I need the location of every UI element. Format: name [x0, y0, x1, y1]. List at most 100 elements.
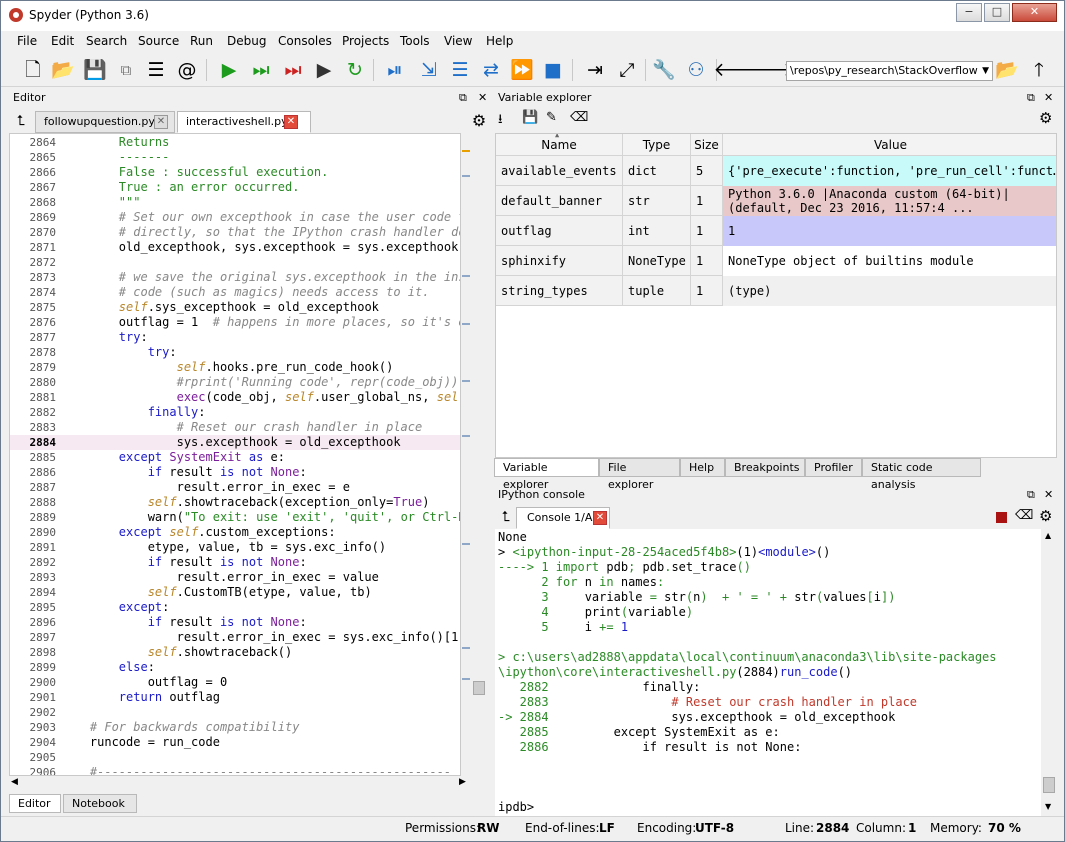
rerun-icon[interactable]: ↻ — [343, 58, 367, 82]
toolbar-separator — [373, 59, 374, 81]
tab-variable-explorer[interactable]: Variable explorer — [494, 458, 599, 491]
chevron-down-icon[interactable]: ▼ — [982, 62, 989, 80]
tab-help[interactable]: Help — [680, 458, 725, 477]
clear-console-icon[interactable]: ⌫ — [1015, 508, 1033, 523]
continue-icon[interactable]: ⏩ — [510, 58, 534, 82]
menu-file[interactable]: File — [17, 34, 37, 48]
code-editor[interactable]: 2864 Returns 2865 ------- 2866 False : suc… — [9, 133, 461, 776]
save-data-icon[interactable]: 💾 — [522, 110, 538, 125]
tab-notebook[interactable]: Notebook — [63, 794, 137, 813]
code-text: old_excepthook, sys.excepthook = sys.exc… — [61, 240, 461, 254]
menu-tools[interactable]: Tools — [400, 34, 430, 48]
tab-editor[interactable]: Editor — [9, 794, 61, 813]
console-line: \ipython\core\interactiveshell.py(2884)r… — [498, 665, 853, 679]
column-value-header[interactable]: Value — [723, 134, 1056, 156]
menu-consoles[interactable]: Consoles — [278, 34, 332, 48]
editor-vertical-scrollbar[interactable] — [471, 133, 487, 776]
menu-run[interactable]: Run — [190, 34, 213, 48]
menu-view[interactable]: View — [444, 34, 472, 48]
console-vertical-scrollbar[interactable]: ▲ ▼ — [1041, 529, 1057, 816]
save-as-icon[interactable]: ✎ — [546, 110, 557, 125]
save-all-icon[interactable]: ⧉ — [114, 58, 138, 82]
close-tab-icon[interactable]: ✕ — [154, 115, 168, 129]
browse-tabs-icon[interactable]: ⮤ — [494, 505, 518, 529]
scroll-right-icon[interactable]: ▶ — [459, 777, 466, 787]
import-data-icon[interactable]: ⭳ — [498, 110, 503, 132]
browse-folder-icon[interactable]: 📂 — [995, 58, 1019, 82]
undock-icon[interactable]: ⧉ — [1027, 89, 1035, 107]
menu-help[interactable]: Help — [486, 34, 513, 48]
menu-edit[interactable]: Edit — [51, 34, 74, 48]
tab-breakpoints[interactable]: Breakpoints — [725, 458, 805, 477]
close-tab-icon[interactable]: ✕ — [284, 115, 298, 129]
variable-row[interactable]: default_banner str 1 Python 3.6.0 |Anaconda… — [496, 186, 1056, 216]
editor-horizontal-scrollbar[interactable]: ◀ ▶ — [9, 776, 471, 792]
run-cell-advance-icon[interactable]: ⏭ — [281, 58, 305, 82]
at-icon[interactable]: @ — [175, 58, 199, 82]
column-name-header[interactable]: Name — [496, 134, 623, 156]
new-file-icon[interactable]: 🗋 — [21, 58, 45, 82]
close-pane-icon[interactable]: ✕ — [1044, 89, 1053, 107]
variable-value: {'pre_execute':function, 'pre_run_cell':… — [723, 156, 1056, 186]
open-file-icon[interactable]: 📂 — [51, 58, 75, 82]
maximize-button[interactable]: □ — [984, 3, 1010, 22]
scroll-up-icon[interactable]: ▲ — [1045, 531, 1051, 540]
close-tab-icon[interactable]: ✕ — [593, 511, 607, 525]
menu-source[interactable]: Source — [138, 34, 179, 48]
menu-projects[interactable]: Projects — [342, 34, 389, 48]
stop-debug-icon[interactable]: ■ — [541, 58, 565, 82]
console-line: 4 print(variable) — [498, 605, 694, 619]
variable-row[interactable]: available_events dict 5 {'pre_execute':func… — [496, 156, 1056, 186]
tab-followupquestion[interactable]: followupquestion.py* ✕ — [35, 111, 175, 133]
menu-debug[interactable]: Debug — [227, 34, 266, 48]
step-return-icon[interactable]: ⇄ — [479, 58, 503, 82]
working-directory-input[interactable]: \repos\py_research\StackOverflow ▼ — [786, 61, 993, 81]
gear-icon[interactable]: ⚙ — [467, 109, 491, 133]
column-type-header[interactable]: Type — [623, 134, 691, 156]
save-icon[interactable]: 💾 — [83, 58, 107, 82]
scroll-left-icon[interactable]: ◀ — [11, 777, 18, 787]
line-number: 2869 — [29, 211, 57, 224]
gear-icon[interactable]: ⚙ — [1039, 109, 1052, 127]
close-button[interactable]: ✕ — [1012, 3, 1057, 22]
remove-all-icon[interactable]: ⌫ — [570, 110, 588, 125]
variable-row[interactable]: sphinxify NoneType 1 NoneType object of bui… — [496, 246, 1056, 276]
toolbar-separator — [206, 59, 207, 81]
menu-search[interactable]: Search — [86, 34, 127, 48]
step-into-icon[interactable]: ☰ — [448, 58, 472, 82]
stop-kernel-icon[interactable] — [996, 512, 1007, 523]
preferences-wrench-icon[interactable]: 🔧 — [652, 58, 676, 82]
scroll-down-icon[interactable]: ▼ — [1045, 802, 1051, 811]
parent-directory-icon[interactable]: 🡑 — [1027, 58, 1051, 82]
variable-row[interactable]: outflag int 1 1 — [496, 216, 1056, 246]
close-pane-icon[interactable]: ✕ — [478, 89, 487, 107]
column-size-header[interactable]: Size — [691, 134, 723, 156]
variable-size: 1 — [691, 186, 723, 216]
tab-interactiveshell[interactable]: interactiveshell.py ✕ — [177, 111, 311, 133]
fullscreen-icon[interactable]: ⤢ — [615, 58, 639, 82]
debug-icon[interactable]: ⏯ — [383, 58, 407, 82]
ipython-console[interactable]: None > <ipython-input-28-254aced5f4b8>(1)… — [495, 529, 1041, 816]
variable-row[interactable]: string_types tuple 1 (type) — [496, 276, 1056, 306]
gear-icon[interactable]: ⚙ — [1039, 507, 1052, 525]
tab-file-explorer[interactable]: File explorer — [599, 458, 680, 491]
minimize-button[interactable]: − — [956, 3, 982, 22]
python-path-icon[interactable]: ⚇ — [684, 58, 708, 82]
tab-static-code-analysis[interactable]: Static code analysis — [862, 458, 981, 491]
scroll-thumb[interactable] — [473, 681, 485, 695]
list-icon[interactable]: ☰ — [144, 58, 168, 82]
browse-tabs-icon[interactable]: ⮤ — [9, 109, 33, 133]
undock-icon[interactable]: ⧉ — [1027, 486, 1035, 504]
code-text: result.error_in_exec = value — [61, 570, 379, 584]
step-icon[interactable]: ⇲ — [417, 58, 441, 82]
run-icon[interactable]: ▶ — [217, 58, 241, 82]
tab-profiler[interactable]: Profiler — [805, 458, 862, 477]
run-selection-icon[interactable]: ▶ — [312, 58, 336, 82]
undock-icon[interactable]: ⧉ — [459, 89, 467, 107]
run-cell-icon[interactable]: ⏭ — [249, 58, 273, 82]
close-pane-icon[interactable]: ✕ — [1044, 486, 1053, 504]
tab-console-1a[interactable]: Console 1/A ✕ — [516, 507, 610, 529]
forward-arrow-icon[interactable]: 🡒 — [744, 58, 795, 82]
scroll-thumb[interactable] — [1043, 777, 1055, 793]
maximize-pane-icon[interactable]: ⇥ — [583, 58, 607, 82]
